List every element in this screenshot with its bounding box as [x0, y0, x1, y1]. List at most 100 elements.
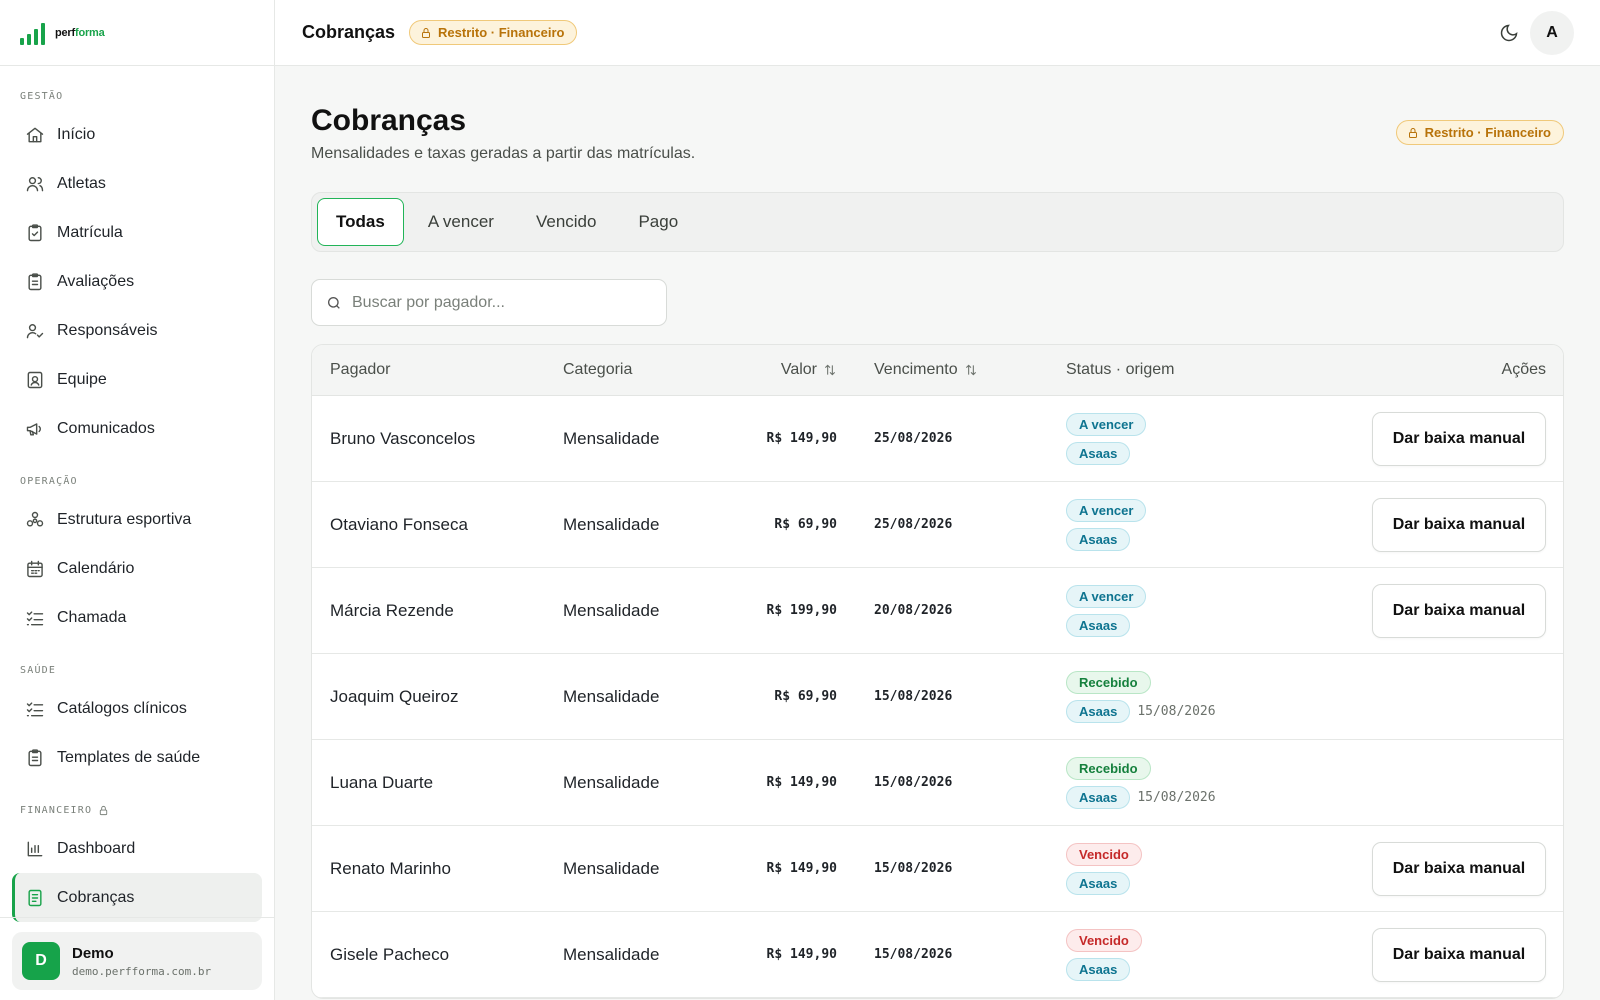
status-origin: A vencer Asaas — [1066, 396, 1147, 481]
payer-name: Márcia Rezende — [330, 600, 454, 620]
sidebar-item-label: Calendário — [57, 559, 135, 577]
amount: R$ 149,90 — [766, 431, 837, 446]
due-date: 25/08/2026 — [874, 517, 953, 532]
topbar-restricted-badge: Restrito · Financeiro — [409, 20, 578, 45]
sidebar-nav: GESTÃO Início Atletas Matrícula Avaliações Re… — [0, 66, 274, 930]
user-card[interactable]: D Demo demo.perfforma.com.br — [12, 932, 262, 990]
theme-toggle-button[interactable] — [1496, 20, 1522, 46]
brand-logo[interactable]: perfforma — [0, 0, 274, 66]
table-row: Márcia Rezende Mensalidade R$ 199,90 20/08/… — [312, 568, 1563, 654]
sidebar-item-inicio[interactable]: Início — [12, 110, 262, 159]
manual-settle-button[interactable]: Dar baixa manual — [1372, 497, 1546, 552]
sidebar-footer: D Demo demo.perfforma.com.br — [0, 917, 274, 1000]
clipboard-list-icon — [28, 748, 42, 766]
status-badge: Recebido — [1066, 756, 1151, 780]
brand-name: perfforma — [55, 26, 105, 39]
lock-icon — [1408, 127, 1417, 138]
tab-vencido[interactable]: Vencido — [518, 198, 615, 246]
home-icon — [26, 127, 44, 142]
tab-todas[interactable]: Todas — [317, 198, 404, 246]
lock-icon — [100, 805, 108, 815]
charges-table: Pagador Categoria Valor Vencimento Statu… — [311, 344, 1564, 999]
origin-badge: Asaas — [1066, 441, 1131, 465]
sidebar-item-estrutura-esportiva[interactable]: Estrutura esportiva — [12, 495, 262, 544]
manual-settle-button[interactable]: Dar baixa manual — [1372, 927, 1546, 982]
nav-section-label: GESTÃO — [0, 88, 274, 104]
sidebar-item-catalogos-clinicos[interactable]: Catálogos clínicos — [12, 684, 262, 733]
sidebar-item-avaliacoes[interactable]: Avaliações — [12, 257, 262, 306]
account-avatar-button[interactable]: A — [1530, 11, 1574, 55]
manual-settle-button[interactable]: Dar baixa manual — [1372, 411, 1546, 466]
origin-badge: Asaas — [1066, 785, 1131, 809]
header-actions: Ações — [1501, 361, 1546, 378]
tab-a-vencer[interactable]: A vencer — [410, 198, 512, 246]
topbar-title: Cobranças — [302, 22, 396, 42]
amount: R$ 199,90 — [766, 603, 837, 618]
topbar-badge-label: Restrito · Financeiro — [438, 25, 565, 40]
sidebar-item-matricula[interactable]: Matrícula — [12, 208, 262, 257]
sidebar-item-templates-de-saude[interactable]: Templates de saúde — [12, 733, 262, 782]
category: Mensalidade — [563, 772, 660, 792]
paid-date: 15/08/2026 — [1137, 789, 1216, 805]
header-due[interactable]: Vencimento — [874, 361, 978, 379]
due-date: 15/08/2026 — [874, 861, 953, 876]
payer-name: Luana Duarte — [330, 772, 434, 792]
sidebar-item-responsaveis[interactable]: Responsáveis — [12, 306, 262, 355]
sidebar-item-label: Equipe — [57, 370, 107, 388]
header-value[interactable]: Valor — [781, 361, 837, 379]
origin-badge: Asaas — [1066, 699, 1131, 723]
id-badge-icon — [27, 371, 43, 388]
bar-chart-icon — [27, 841, 43, 856]
table-body: Bruno Vasconcelos Mensalidade R$ 149,90 25/… — [312, 396, 1563, 998]
header-status: Status · origem — [1066, 361, 1175, 378]
header-payer: Pagador — [330, 361, 391, 378]
page-badge-label: Restrito · Financeiro — [1424, 125, 1551, 140]
origin-badge: Asaas — [1066, 527, 1131, 551]
status-origin: Recebido Asaas 15/08/2026 — [1066, 740, 1216, 825]
user-check-icon — [26, 323, 44, 338]
sidebar-item-comunicados[interactable]: Comunicados — [12, 404, 262, 453]
section-label-text: GESTÃO — [20, 90, 64, 102]
payer-name: Joaquim Queiroz — [330, 686, 459, 706]
sidebar: perfforma GESTÃO Início Atletas Matrícula Av… — [0, 0, 275, 1000]
status-badge: Recebido — [1066, 670, 1151, 694]
sidebar-item-calendario[interactable]: Calendário — [12, 544, 262, 593]
sidebar-item-atletas[interactable]: Atletas — [12, 159, 262, 208]
search-input[interactable] — [352, 293, 642, 312]
calendar-icon — [27, 560, 43, 577]
status-origin: A vencer Asaas — [1066, 482, 1147, 567]
sidebar-item-label: Atletas — [57, 174, 106, 192]
category: Mensalidade — [563, 858, 660, 878]
user-avatar: D — [22, 942, 60, 980]
category: Mensalidade — [563, 514, 660, 534]
amount: R$ 69,90 — [774, 517, 837, 532]
sidebar-item-label: Comunicados — [57, 419, 155, 437]
table-row: Luana Duarte Mensalidade R$ 149,90 15/08/20… — [312, 740, 1563, 826]
nav-section-label: SAÚDE — [0, 662, 274, 678]
user-name: Demo — [72, 944, 114, 962]
topbar: Cobranças Restrito · Financeiro A — [275, 0, 1600, 66]
manual-settle-button[interactable]: Dar baixa manual — [1372, 841, 1546, 896]
table-row: Joaquim Queiroz Mensalidade R$ 69,90 15/08/… — [312, 654, 1563, 740]
page-subtitle: Mensalidades e taxas geradas a partir da… — [311, 145, 696, 162]
paid-date: 15/08/2026 — [1137, 703, 1216, 719]
sidebar-item-label: Avaliações — [57, 272, 135, 290]
table-row: Renato Marinho Mensalidade R$ 149,90 15/08/… — [312, 826, 1563, 912]
status-badge: Vencido — [1066, 928, 1142, 952]
section-label-text: SAÚDE — [20, 664, 57, 676]
tab-pago[interactable]: Pago — [620, 198, 696, 246]
status-badge: A vencer — [1066, 498, 1147, 522]
manual-settle-button[interactable]: Dar baixa manual — [1372, 583, 1546, 638]
sort-icon — [824, 364, 836, 376]
origin-badge: Asaas — [1066, 613, 1131, 637]
amount: R$ 69,90 — [774, 689, 837, 704]
status-origin: Vencido Asaas — [1066, 912, 1142, 997]
category: Mensalidade — [563, 686, 660, 706]
file-text-icon — [28, 889, 42, 906]
sidebar-item-cobrancas[interactable]: Cobranças — [12, 873, 262, 922]
sidebar-item-chamada[interactable]: Chamada — [12, 593, 262, 642]
sidebar-item-dashboard[interactable]: Dashboard — [12, 824, 262, 873]
logo-bars-icon — [20, 21, 45, 45]
category: Mensalidade — [563, 944, 660, 964]
sidebar-item-equipe[interactable]: Equipe — [12, 355, 262, 404]
